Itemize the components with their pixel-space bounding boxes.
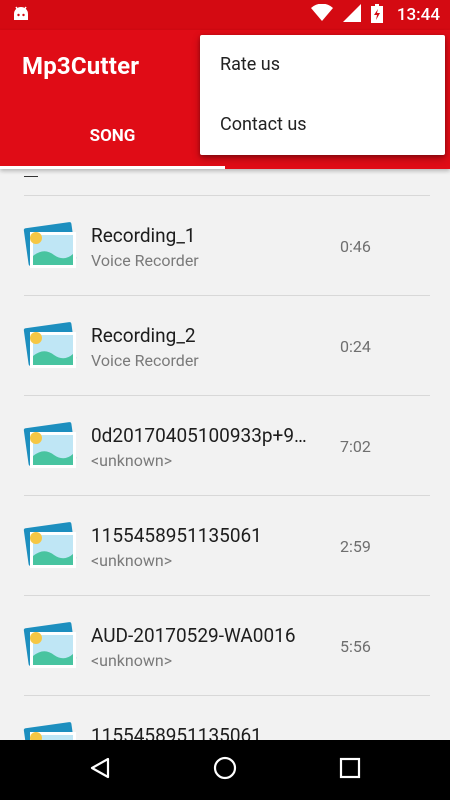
image-icon [22,620,78,672]
song-duration: 0:24 [340,337,371,356]
song-title: Recording_1 [91,224,196,247]
list-item[interactable]: 0d20170405100933p+9… <unknown> 7:02 [0,396,450,496]
back-icon [88,756,112,784]
signal-icon [342,4,361,26]
song-artist: Voice Recorder [91,351,199,370]
back-button[interactable] [70,740,130,800]
song-title: AUD-20170529-WA0016 [91,624,296,647]
menu-item-contact-us[interactable]: Contact us [200,95,445,155]
image-icon [24,169,80,177]
song-duration: 2:59 [340,537,371,556]
image-icon [22,220,78,272]
tab-song[interactable]: SONG [0,108,225,169]
image-icon [22,520,78,572]
overflow-menu: Rate us Contact us [200,35,445,155]
tab-song-label: SONG [89,126,136,146]
list-item[interactable]: Recording_2 Voice Recorder 0:24 [0,296,450,396]
menu-item-rate-us[interactable]: Rate us [200,35,445,95]
song-artist: Voice Recorder [91,251,199,270]
battery-icon [370,3,383,27]
home-icon [212,755,238,785]
song-artist: <unknown> [91,651,173,670]
song-duration: 7:02 [340,437,371,456]
navigation-bar [0,740,450,800]
list-item[interactable]: Recording_1 Voice Recorder 0:46 [0,196,450,296]
image-icon [22,720,78,740]
song-artist: <unknown> [91,551,173,570]
song-artist: <unknown> [91,451,173,470]
recents-icon [339,757,361,783]
song-duration: 0:46 [340,237,371,256]
song-title: 0d20170405100933p+9… [91,424,307,447]
home-button[interactable] [195,740,255,800]
image-icon [22,420,78,472]
app-title: Mp3Cutter [22,52,140,80]
clock: 13:44 [396,5,440,25]
song-list[interactable]: Recording_1 Voice Recorder 0:46 Recordin… [0,169,450,740]
status-bar: 13:44 [0,0,450,30]
recents-button[interactable] [320,740,380,800]
song-title: 1155458951135061 [91,524,262,547]
list-item[interactable]: 1155458951135061 <unknown> 2:59 [0,496,450,596]
song-duration: 5:56 [340,637,371,656]
image-icon [22,320,78,372]
list-item[interactable]: 1155458951135061 [0,696,450,740]
list-item-partial[interactable] [0,169,450,195]
android-icon [12,6,30,26]
song-title: Recording_2 [91,324,196,347]
list-item[interactable]: AUD-20170529-WA0016 <unknown> 5:56 [0,596,450,696]
wifi-icon [310,3,333,26]
song-title: 1155458951135061 [91,724,262,740]
